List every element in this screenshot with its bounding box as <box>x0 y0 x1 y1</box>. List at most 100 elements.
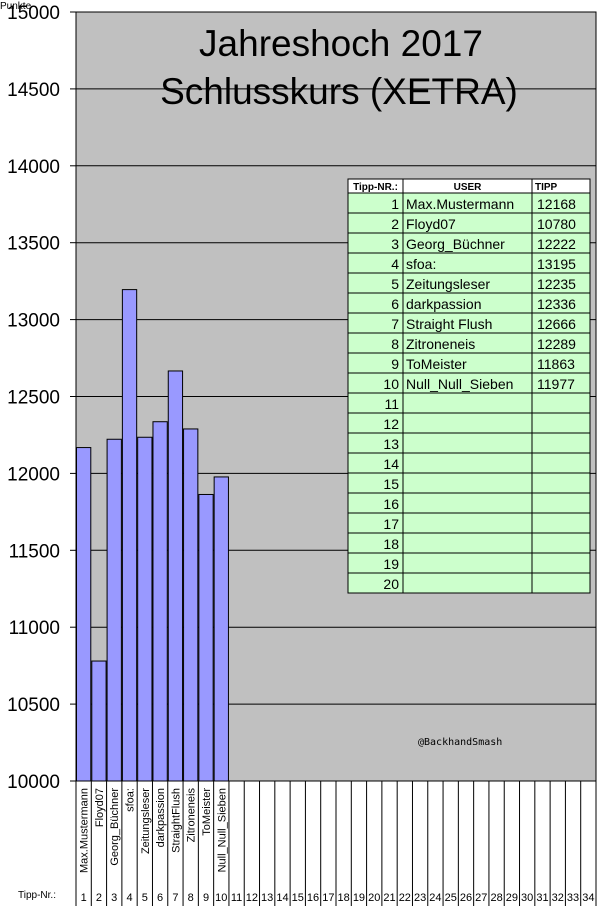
x-category-label: sfoa: <box>125 788 137 812</box>
table-cell-nr: 19 <box>383 556 399 572</box>
bar <box>167 370 184 782</box>
table-cell-nr: 13 <box>383 436 399 452</box>
y-tick-label: 11000 <box>9 618 60 639</box>
x-number-label: 29 <box>506 892 518 904</box>
table-cell-nr: 17 <box>383 516 399 532</box>
table-cell-nr: 15 <box>383 476 399 492</box>
table-cell-tipp: 12666 <box>537 316 576 332</box>
bar <box>213 476 229 782</box>
table-cell-tipp: 11977 <box>537 376 575 392</box>
bar <box>76 447 92 782</box>
table-cell-nr: 10 <box>383 376 399 392</box>
x-number-label: 30 <box>521 892 533 904</box>
watermark: @BackhandSmash <box>418 737 502 748</box>
x-number-label: 22 <box>399 892 411 904</box>
table-cell-nr: 1 <box>391 196 399 212</box>
bar <box>198 493 214 782</box>
table-cell-nr: 5 <box>391 276 399 292</box>
x-number-label: 18 <box>338 892 350 904</box>
x-number-label: 13 <box>261 892 273 904</box>
x-category-label: ToMeister <box>201 788 213 836</box>
y-tick-label: 11500 <box>9 541 60 562</box>
legend-table: Tipp-NR.: USER TIPP 1 Max.Mustermann 12168 2 Fl… <box>347 178 591 594</box>
y-tick-label: 14000 <box>7 157 60 178</box>
x-number-label: 8 <box>188 892 194 904</box>
table-cell-user: Zitroneneis <box>406 336 475 352</box>
x-number-label: 6 <box>157 892 163 904</box>
x-number-label: 20 <box>368 892 380 904</box>
table-cell-user: sfoa: <box>406 256 436 272</box>
x-category-label: darkpassion <box>155 788 167 847</box>
x-number-label: 15 <box>292 892 304 904</box>
x-category-label: Max.Mustermann <box>79 788 91 873</box>
table-cell-nr: 12 <box>383 416 399 432</box>
y-tick-label: 10000 <box>7 772 60 793</box>
x-number-label: 23 <box>414 892 426 904</box>
bar <box>121 289 138 782</box>
x-row-label: Tipp-Nr.: <box>18 890 56 901</box>
table-cell-tipp: 13195 <box>537 256 576 272</box>
table-cell-nr: 7 <box>391 316 399 332</box>
x-number-label: 24 <box>429 892 441 904</box>
table-cell-user: Georg_Büchner <box>406 236 505 252</box>
table-cell-user: Max.Mustermann <box>406 196 514 212</box>
x-number-label: 10 <box>215 892 227 904</box>
table-cell-nr: 2 <box>391 216 399 232</box>
x-number-label: 21 <box>383 892 395 904</box>
x-category-label: Floyd07 <box>94 788 106 827</box>
x-number-label: 26 <box>460 892 472 904</box>
bar <box>152 421 168 782</box>
table-cell-user: ToMeister <box>406 356 467 372</box>
table-cell-nr: 11 <box>384 396 399 412</box>
x-axis-categories: Max.Mustermann Floyd07 Georg_Büchner sfoa: Z… <box>75 781 597 906</box>
y-tick-label: 10500 <box>7 695 60 716</box>
table-cell-nr: 4 <box>391 256 399 272</box>
table-header-nr: Tipp-NR.: <box>353 182 398 193</box>
x-category-label: Georg_Büchner <box>109 788 121 866</box>
bar <box>91 660 107 782</box>
x-number-label: 9 <box>203 892 209 904</box>
table-cell-nr: 14 <box>383 456 399 472</box>
x-number-label: 25 <box>445 892 457 904</box>
x-number-label: 14 <box>276 892 288 904</box>
chart-title-line2: Schlusskurs (XETRA) <box>160 71 518 112</box>
y-tick-label: 12500 <box>7 388 60 409</box>
bar <box>137 436 153 782</box>
table-cell-tipp: 12289 <box>537 336 576 352</box>
x-number-label: 2 <box>96 892 102 904</box>
table-cell-user: darkpassion <box>406 296 482 312</box>
table-cell-user: Floyd07 <box>406 216 456 232</box>
table-cell-tipp: 10780 <box>537 216 576 232</box>
y-axis-ticks: 10000 10500 11000 11500 12000 12500 13000 13500… <box>7 3 76 793</box>
y-tick-label: 13500 <box>7 234 60 255</box>
x-category-label: StraightFlush <box>170 788 182 853</box>
table-header-user: USER <box>454 182 483 193</box>
table-cell-nr: 8 <box>391 336 399 352</box>
x-number-label: 19 <box>353 892 365 904</box>
x-number-label: 34 <box>582 892 594 904</box>
bar <box>106 438 122 782</box>
table-cell-tipp: 12168 <box>537 196 576 212</box>
y-tick-label: 14500 <box>7 80 60 101</box>
table-cell-nr: 6 <box>391 296 399 312</box>
table-header-tipp: TIPP <box>535 182 558 193</box>
x-number-label: 27 <box>475 892 487 904</box>
x-number-label: 11 <box>231 892 242 904</box>
table-cell-tipp: 12235 <box>537 276 576 292</box>
table-cell-nr: 18 <box>383 536 399 552</box>
table-cell-tipp: 12336 <box>537 296 576 312</box>
table-cell-nr: 9 <box>391 356 399 372</box>
x-number-label: 33 <box>567 892 579 904</box>
table-cell-tipp: 11863 <box>537 356 575 372</box>
x-number-label: 5 <box>142 892 148 904</box>
table-cell-user: Straight Flush <box>406 316 492 332</box>
x-category-label: Zeitungsleser <box>140 788 152 854</box>
y-tick-label: 12000 <box>7 464 60 485</box>
x-number-label: 3 <box>111 892 117 904</box>
x-number-label: 1 <box>81 892 87 904</box>
y-tick-label: 13000 <box>7 311 60 332</box>
table-cell-nr: 20 <box>383 576 399 592</box>
table-cell-nr: 3 <box>391 236 399 252</box>
x-number-label: 31 <box>536 892 548 904</box>
x-number-label: 32 <box>552 892 564 904</box>
